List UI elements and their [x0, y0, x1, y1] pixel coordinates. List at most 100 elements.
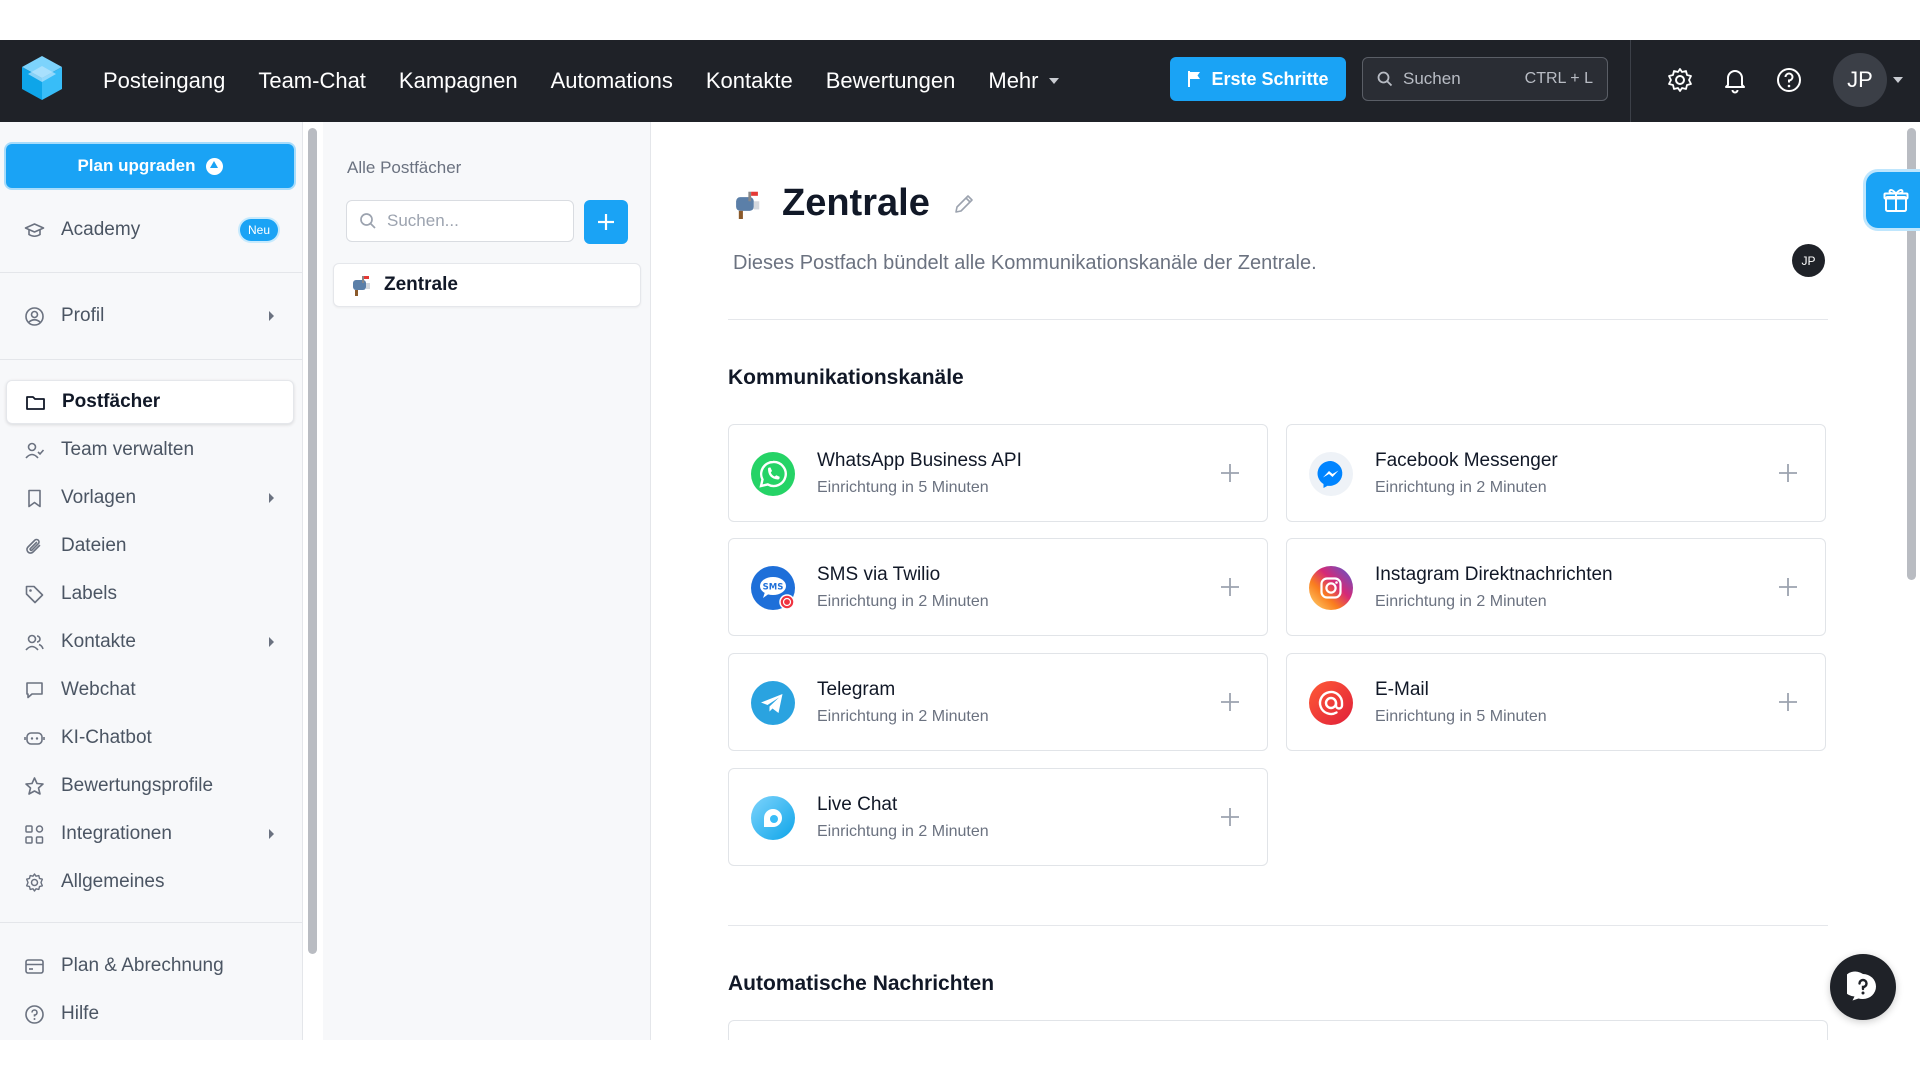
edit-pencil-icon[interactable]	[952, 192, 976, 216]
auto-messages-section-title: Automatische Nachrichten	[728, 972, 995, 995]
channel-setup-time: Einrichtung in 5 Minuten	[1375, 708, 1547, 725]
channel-name: Telegram	[817, 679, 896, 700]
tag-icon	[25, 585, 44, 603]
bot-icon	[24, 731, 45, 745]
support-chat-button[interactable]	[1830, 954, 1896, 1020]
channel-setup-time: Einrichtung in 2 Minuten	[817, 708, 989, 725]
app-logo-icon[interactable]	[20, 54, 64, 102]
sidebar-item-label: Labels	[61, 583, 117, 604]
first-steps-label: Erste Schritte	[1211, 68, 1329, 89]
upgrade-plan-button[interactable]: Plan upgraden	[6, 144, 294, 188]
sidebar-item-label: Hilfe	[61, 1003, 100, 1024]
mailbox-search-input[interactable]: Suchen...	[346, 200, 574, 242]
channel-setup-time: Einrichtung in 2 Minuten	[817, 823, 989, 840]
sidebar-item-profil[interactable]: Profil	[6, 294, 294, 338]
sidebar-divider	[0, 922, 303, 923]
flag-icon	[1188, 71, 1201, 87]
add-channel-plus-icon[interactable]	[1777, 576, 1799, 598]
section-divider	[728, 925, 1828, 926]
sidebar-item-label: Bewertungsprofile	[61, 775, 214, 796]
telegram-icon	[751, 681, 795, 725]
nav-more-dropdown[interactable]: Mehr	[988, 68, 1059, 94]
owner-avatar[interactable]: JP	[1792, 244, 1825, 277]
app-window: Posteingang Team-Chat Kampagnen Automati…	[0, 0, 1920, 1080]
gift-button[interactable]	[1866, 172, 1920, 228]
sidebar-item-plan-abrechnung[interactable]: Plan & Abrechnung	[6, 944, 294, 988]
search-icon	[360, 213, 376, 229]
help-icon[interactable]	[1774, 65, 1804, 95]
channel-card-instagram[interactable]: Instagram Direktnachrichten Einrichtung …	[1286, 538, 1826, 636]
sidebar-item-academy[interactable]: Academy Neu	[6, 208, 294, 252]
main-nav: Posteingang Team-Chat Kampagnen Automati…	[103, 40, 1092, 122]
nav-posteingang[interactable]: Posteingang	[103, 68, 225, 94]
channel-setup-time: Einrichtung in 5 Minuten	[817, 479, 989, 496]
sidebar-item-integrationen[interactable]: Integrationen	[6, 812, 294, 856]
add-mailbox-button[interactable]	[584, 200, 628, 244]
sidebar-item-ki-chatbot[interactable]: KI-Chatbot	[6, 716, 294, 760]
add-channel-plus-icon[interactable]	[1777, 691, 1799, 713]
channel-name: WhatsApp Business API	[817, 450, 1022, 471]
whatsapp-icon	[751, 452, 795, 496]
channel-name: Live Chat	[817, 794, 898, 815]
chevron-right-icon	[269, 493, 274, 503]
channel-setup-time: Einrichtung in 2 Minuten	[817, 593, 989, 610]
chevron-right-icon	[269, 829, 274, 839]
svg-text:SMS: SMS	[763, 583, 784, 593]
sidebar-item-bewertungsprofile[interactable]: Bewertungsprofile	[6, 764, 294, 808]
add-channel-plus-icon[interactable]	[1219, 576, 1241, 598]
mailbox-list-title: Alle Postfächer	[347, 158, 462, 177]
sidebar-item-webchat[interactable]: Webchat	[6, 668, 294, 712]
nav-team-chat[interactable]: Team-Chat	[258, 68, 366, 94]
global-search-input[interactable]: Suchen CTRL + L	[1362, 57, 1608, 101]
add-channel-plus-icon[interactable]	[1219, 462, 1241, 484]
channel-card-whatsapp[interactable]: WhatsApp Business API Einrichtung in 5 M…	[728, 424, 1268, 522]
gift-icon	[1883, 189, 1909, 212]
mailbox-item-label: Zentrale	[384, 274, 458, 295]
sidebar-item-label: Postfächer	[62, 391, 161, 412]
nav-divider	[1630, 40, 1631, 122]
sidebar-item-labels[interactable]: Labels	[6, 572, 294, 616]
paperclip-icon	[26, 538, 41, 554]
section-divider	[728, 319, 1828, 320]
sidebar-item-postfaecher[interactable]: Postfächer	[6, 380, 294, 424]
top-navbar: Posteingang Team-Chat Kampagnen Automati…	[0, 40, 1920, 122]
channel-card-telegram[interactable]: Telegram Einrichtung in 2 Minuten	[728, 653, 1268, 751]
sidebar-item-label: Team verwalten	[61, 439, 195, 460]
mailbox-item-zentrale[interactable]: Zentrale	[333, 263, 641, 307]
sidebar-item-label: Kontakte	[61, 631, 136, 652]
channel-card-email[interactable]: E-Mail Einrichtung in 5 Minuten	[1286, 653, 1826, 751]
avatar-caret-icon[interactable]	[1893, 77, 1903, 83]
add-channel-plus-icon[interactable]	[1219, 806, 1241, 828]
sidebar-item-dateien[interactable]: Dateien	[6, 524, 294, 568]
sidebar-item-allgemeines[interactable]: Allgemeines	[6, 860, 294, 904]
channel-card-messenger[interactable]: Facebook Messenger Einrichtung in 2 Minu…	[1286, 424, 1826, 522]
nav-automations[interactable]: Automations	[551, 68, 673, 94]
sidebar-item-vorlagen[interactable]: Vorlagen	[6, 476, 294, 520]
nav-kampagnen[interactable]: Kampagnen	[399, 68, 518, 94]
sidebar-item-hilfe[interactable]: Hilfe	[6, 992, 294, 1036]
chevron-right-icon	[269, 637, 274, 647]
user-avatar[interactable]: JP	[1833, 53, 1887, 107]
first-steps-button[interactable]: Erste Schritte	[1170, 57, 1346, 101]
new-badge: Neu	[239, 219, 278, 241]
nav-more-label: Mehr	[988, 68, 1039, 93]
sidebar-item-team-verwalten[interactable]: Team verwalten	[6, 428, 294, 472]
graduation-cap-icon	[24, 222, 45, 237]
global-search-placeholder: Suchen	[1403, 69, 1461, 88]
nav-kontakte[interactable]: Kontakte	[706, 68, 793, 94]
add-channel-plus-icon[interactable]	[1777, 462, 1799, 484]
sidebar-scrollbar[interactable]	[308, 128, 317, 954]
sidebar-item-label: Allgemeines	[61, 871, 165, 892]
upgrade-plan-label: Plan upgraden	[77, 156, 196, 175]
nav-bewertungen[interactable]: Bewertungen	[826, 68, 956, 94]
credit-card-icon	[25, 958, 44, 974]
channel-name: Facebook Messenger	[1375, 450, 1558, 471]
bell-icon[interactable]	[1720, 65, 1750, 95]
settings-icon[interactable]	[1665, 65, 1695, 95]
add-channel-plus-icon[interactable]	[1219, 691, 1241, 713]
channel-card-sms-twilio[interactable]: SMS SMS via Twilio Einrichtung in 2 Minu…	[728, 538, 1268, 636]
sidebar-item-kontakte[interactable]: Kontakte	[6, 620, 294, 664]
sidebar-item-label: Academy	[61, 219, 141, 240]
chat-bubble-icon	[26, 681, 43, 698]
channel-card-live-chat[interactable]: Live Chat Einrichtung in 2 Minuten	[728, 768, 1268, 866]
